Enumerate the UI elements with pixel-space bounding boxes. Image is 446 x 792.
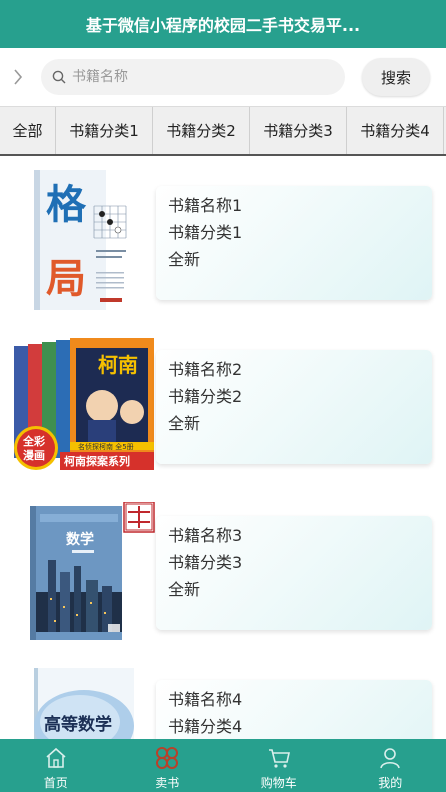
cover-title-char-2: 局 xyxy=(46,255,86,302)
nav-sell-label: 卖书 xyxy=(155,776,180,790)
book-name: 书籍名称4 xyxy=(168,690,243,709)
tab-category-2[interactable]: 书籍分类2 xyxy=(153,107,250,154)
search-icon xyxy=(52,70,66,84)
nav-home-label: 首页 xyxy=(43,776,68,790)
book-item[interactable]: 高等数学 书籍名称4 书籍分类4 全新 xyxy=(0,666,446,739)
search-box xyxy=(41,59,345,95)
book-category: 书籍分类2 xyxy=(168,387,243,406)
book-category: 书籍分类1 xyxy=(168,223,243,242)
category-tabs: 全部 书籍分类1 书籍分类2 书籍分类3 书籍分类4 xyxy=(0,106,446,156)
search-button[interactable]: 搜索 xyxy=(362,58,430,96)
book-category: 书籍分类4 xyxy=(168,717,243,736)
tab-category-1[interactable]: 书籍分类1 xyxy=(56,107,153,154)
tab-all[interactable]: 全部 xyxy=(0,107,56,154)
cover-badge-line-2: 漫画 xyxy=(23,448,45,462)
book-info-card: 书籍名称3 书籍分类3 全新 xyxy=(156,516,432,630)
home-icon xyxy=(46,747,66,768)
page-title: 基于微信小程序的校园二手书交易平... xyxy=(85,16,361,35)
user-icon xyxy=(380,748,401,769)
cover-badge-line-1: 全彩 xyxy=(22,434,45,448)
book-cover-image: 数学 xyxy=(14,501,156,642)
cart-icon xyxy=(268,749,290,768)
book-name: 书籍名称3 xyxy=(168,526,243,545)
book-condition: 全新 xyxy=(168,580,201,599)
page: 基于微信小程序的校园二手书交易平... 搜索 全部 书籍分类1 书籍分类2 书籍… xyxy=(0,0,446,792)
cover-title: 高等数学 xyxy=(44,714,112,735)
book-cover-image: 柯南 名侦探柯南 全5册 柯南探案系列 全彩 漫画 xyxy=(14,336,156,476)
nav-cart-label: 购物车 xyxy=(260,776,297,790)
nav-me[interactable]: 我的 xyxy=(335,739,446,792)
book-info-card: 书籍名称2 书籍分类2 全新 xyxy=(156,350,432,464)
cover-title-char-1: 格 xyxy=(46,181,87,228)
book-item[interactable]: 数学 书籍名称3 书籍分类3 全新 xyxy=(0,501,446,652)
back-button[interactable] xyxy=(0,48,36,106)
nav-cart[interactable]: 购物车 xyxy=(223,739,335,792)
book-item[interactable]: 柯南 名侦探柯南 全5册 柯南探案系列 全彩 漫画 书籍名称2 书籍分类2 全新 xyxy=(0,336,446,486)
tab-category-4[interactable]: 书籍分类4 xyxy=(347,107,444,154)
nav-me-label: 我的 xyxy=(378,776,403,790)
book-list: 格 局 书籍名称1 书籍分类1 全新 柯南 名侦探柯南 全5册 柯南探案系列 全… xyxy=(0,156,446,739)
search-input[interactable] xyxy=(72,69,322,85)
book-info-card: 书籍名称4 书籍分类4 全新 xyxy=(156,680,432,739)
book-condition: 全新 xyxy=(168,414,201,433)
book-name: 书籍名称1 xyxy=(168,196,243,215)
tab-category-3[interactable]: 书籍分类3 xyxy=(250,107,347,154)
nav-sell[interactable]: 卖书 xyxy=(112,739,224,792)
cover-title: 柯南 xyxy=(98,353,138,377)
book-cover-image: 高等数学 xyxy=(14,666,156,739)
book-category: 书籍分类3 xyxy=(168,553,243,572)
cover-ribbon: 名侦探柯南 全5册 xyxy=(78,442,134,451)
cover-title: 数学 xyxy=(66,531,94,548)
book-item[interactable]: 格 局 书籍名称1 书籍分类1 全新 xyxy=(0,170,446,320)
chevron-right-icon xyxy=(14,69,23,85)
book-info-card: 书籍名称1 书籍分类1 全新 xyxy=(156,186,432,300)
app-header: 基于微信小程序的校园二手书交易平... xyxy=(0,0,446,48)
grid-icon xyxy=(156,747,179,769)
search-bar: 搜索 xyxy=(0,48,446,106)
bottom-nav: 首页 卖书 购物车 我的 xyxy=(0,739,446,792)
book-cover-image: 格 局 xyxy=(14,170,156,310)
book-name: 书籍名称2 xyxy=(168,360,243,379)
book-condition: 全新 xyxy=(168,250,201,269)
nav-home[interactable]: 首页 xyxy=(0,739,112,792)
cover-series: 柯南探案系列 xyxy=(64,454,130,468)
